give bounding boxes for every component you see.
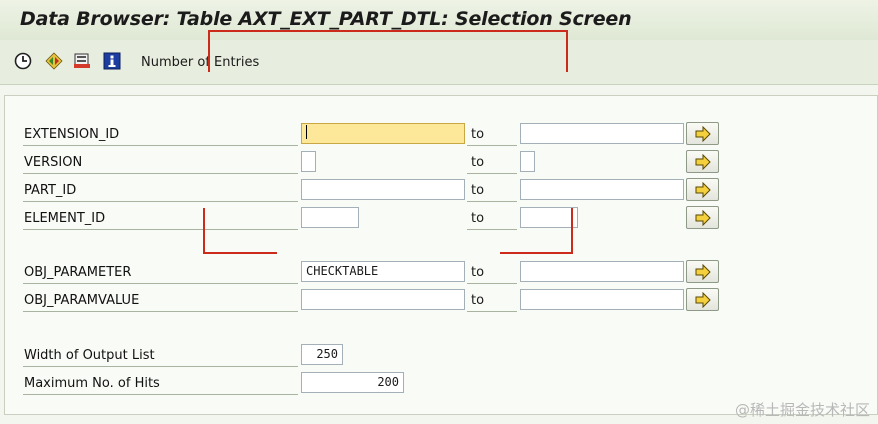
label-version: VERSION [23, 150, 298, 174]
annotation-line [571, 208, 573, 254]
annotation-line [203, 208, 205, 254]
annotation-line [208, 30, 210, 72]
page-title: Data Browser: Table AXT_EXT_PART_DTL: Se… [20, 8, 632, 30]
extension-id-high-input[interactable] [520, 123, 684, 144]
annotation-line [208, 30, 568, 32]
label-obj-paramvalue: OBJ_PARAMVALUE [23, 288, 298, 312]
arrow-right-icon [695, 292, 711, 308]
version-high-input[interactable] [520, 151, 535, 172]
label-maximum-no-of-hits: Maximum No. of Hits [23, 371, 298, 395]
element-id-low-input[interactable] [301, 207, 359, 228]
to-label: to [467, 260, 517, 284]
watermark: @稀土掘金技术社区 [734, 401, 870, 419]
obj-parameter-low-input[interactable]: CHECKTABLE [301, 261, 465, 282]
selection-options-icon[interactable] [44, 52, 63, 70]
to-label: to [467, 206, 517, 230]
width-of-output-list-input[interactable]: 250 [301, 344, 343, 365]
multiple-selection-button[interactable] [686, 122, 719, 145]
element-id-high-input[interactable] [520, 207, 578, 228]
label-obj-parameter: OBJ_PARAMETER [23, 260, 298, 284]
label-width-of-output-list: Width of Output List [23, 343, 298, 367]
annotation-line [500, 252, 573, 254]
title-bar: Data Browser: Table AXT_EXT_PART_DTL: Se… [0, 0, 878, 40]
arrow-right-icon [695, 126, 711, 142]
number-of-entries-button[interactable]: Number of Entries [141, 55, 259, 70]
part-id-high-input[interactable] [520, 179, 684, 200]
to-label: to [467, 122, 517, 146]
annotation-line [203, 252, 277, 254]
label-extension-id: EXTENSION_ID [23, 122, 298, 146]
arrow-right-icon [695, 264, 711, 280]
maximum-no-of-hits-input[interactable]: 200 [301, 372, 404, 393]
application-toolbar: Number of Entries [0, 40, 878, 85]
to-label: to [467, 150, 517, 174]
extension-id-low-input[interactable] [301, 123, 465, 144]
obj-paramvalue-low-input[interactable] [301, 289, 465, 310]
info-icon[interactable] [103, 52, 121, 70]
arrow-right-icon [695, 210, 711, 226]
delete-icon[interactable] [73, 52, 91, 70]
obj-parameter-high-input[interactable] [520, 261, 684, 282]
multiple-selection-button[interactable] [686, 178, 719, 201]
label-part-id: PART_ID [23, 178, 298, 202]
to-label: to [467, 288, 517, 312]
to-label: to [467, 178, 517, 202]
obj-paramvalue-high-input[interactable] [520, 289, 684, 310]
annotation-line [566, 30, 568, 72]
part-id-low-input[interactable] [301, 179, 465, 200]
multiple-selection-button[interactable] [686, 206, 719, 229]
arrow-right-icon [695, 182, 711, 198]
multiple-selection-button[interactable] [686, 288, 719, 311]
multiple-selection-button[interactable] [686, 150, 719, 173]
arrow-right-icon [695, 154, 711, 170]
execute-icon[interactable] [14, 52, 32, 70]
text-cursor [306, 125, 307, 139]
version-low-input[interactable] [301, 151, 316, 172]
label-element-id: ELEMENT_ID [23, 206, 298, 230]
multiple-selection-button[interactable] [686, 260, 719, 283]
